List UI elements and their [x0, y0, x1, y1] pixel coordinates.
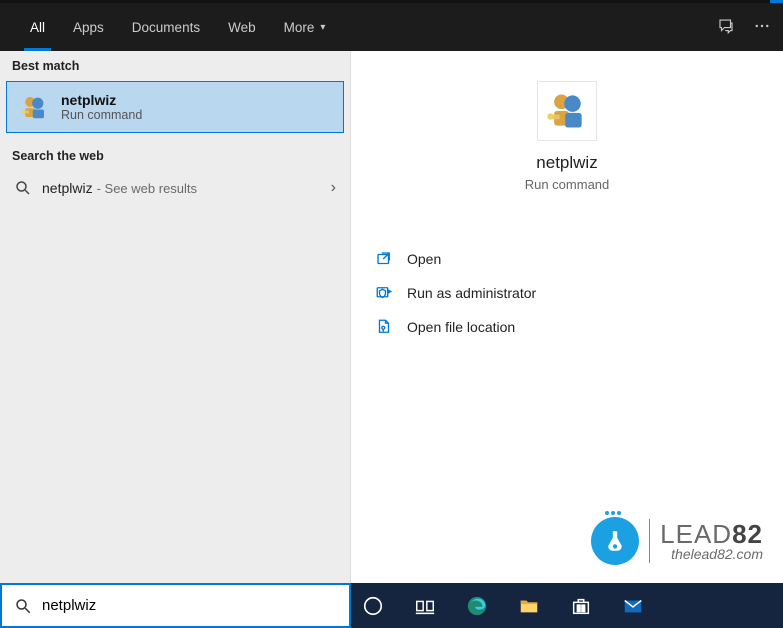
tab-apps[interactable]: Apps: [59, 3, 118, 51]
tab-all[interactable]: All: [16, 3, 59, 51]
web-term: netplwiz: [42, 180, 93, 196]
action-run-admin-label: Run as administrator: [407, 285, 536, 301]
more-options-icon[interactable]: [753, 17, 771, 38]
web-result-row[interactable]: netplwiz - See web results ›: [0, 169, 350, 207]
tab-documents[interactable]: Documents: [118, 3, 214, 51]
search-tabs: All Apps Documents Web More▾: [0, 3, 783, 51]
file-explorer-icon[interactable]: [517, 594, 541, 618]
microsoft-store-icon[interactable]: [569, 594, 593, 618]
mail-icon[interactable]: [621, 594, 645, 618]
detail-title: netplwiz: [351, 153, 783, 173]
chevron-right-icon: ›: [331, 179, 336, 197]
web-hint: - See web results: [97, 181, 197, 196]
best-match-result[interactable]: netplwiz Run command: [6, 81, 344, 133]
feedback-icon[interactable]: [717, 17, 735, 38]
action-open-location-label: Open file location: [407, 319, 515, 335]
action-open[interactable]: Open: [375, 242, 759, 276]
cortana-icon[interactable]: [361, 594, 385, 618]
watermark-logo: LEAD82 thelead82.com: [591, 517, 763, 565]
chevron-down-icon: ▾: [320, 22, 325, 33]
action-run-admin[interactable]: Run as administrator: [375, 276, 759, 310]
action-open-location[interactable]: Open file location: [375, 310, 759, 344]
taskbar: [351, 583, 783, 628]
folder-location-icon: [375, 318, 393, 336]
results-panel: Best match netplwiz Run command Search t…: [0, 51, 351, 583]
shield-run-icon: [375, 284, 393, 302]
tab-more[interactable]: More▾: [270, 3, 340, 51]
section-search-web: Search the web: [0, 141, 350, 169]
result-subtitle: Run command: [61, 108, 142, 122]
section-best-match: Best match: [0, 51, 350, 79]
open-icon: [375, 250, 393, 268]
edge-icon[interactable]: [465, 594, 489, 618]
logo-badge-icon: [591, 517, 639, 565]
search-icon: [14, 597, 32, 615]
detail-app-icon: [537, 81, 597, 141]
action-open-label: Open: [407, 251, 441, 267]
search-icon: [14, 179, 32, 197]
detail-panel: netplwiz Run command Open Run as adminis…: [351, 51, 783, 583]
search-input[interactable]: [42, 597, 337, 614]
task-view-icon[interactable]: [413, 594, 437, 618]
tab-web[interactable]: Web: [214, 3, 270, 51]
search-input-bar[interactable]: [0, 583, 351, 628]
netplwiz-icon: [19, 92, 49, 122]
detail-subtitle: Run command: [351, 177, 783, 192]
result-title: netplwiz: [61, 92, 142, 108]
